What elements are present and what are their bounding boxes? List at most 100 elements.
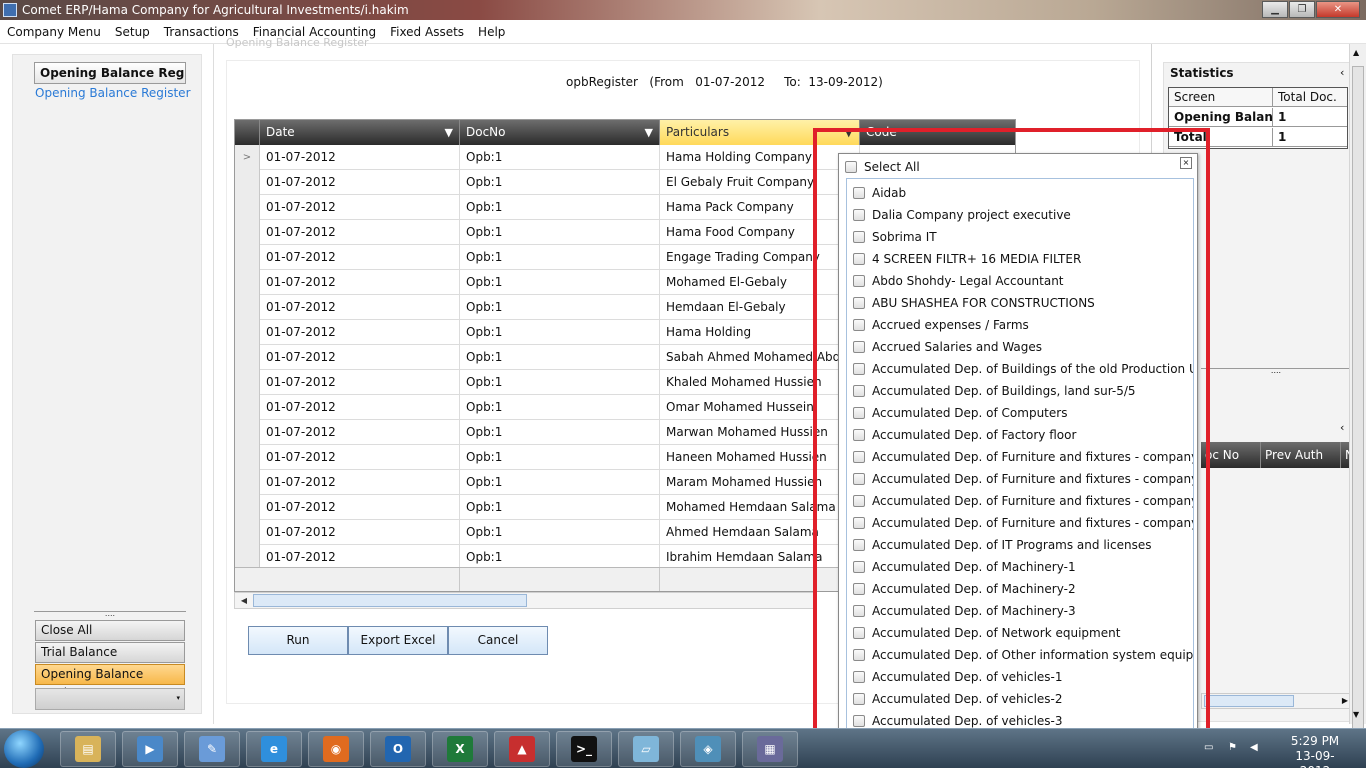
collapse-icon[interactable]: ‹: [1340, 66, 1344, 79]
cell-date[interactable]: 01-07-2012: [260, 170, 460, 195]
taskbar-app-notepad[interactable]: ▱: [618, 731, 674, 767]
filter-item[interactable]: Accrued expenses / Farms: [853, 314, 1029, 336]
taskbar-app-excel[interactable]: X: [432, 731, 488, 767]
network-icon[interactable]: ▭: [1204, 742, 1216, 754]
checkbox-icon[interactable]: [853, 341, 865, 353]
run-button[interactable]: Run: [248, 626, 348, 655]
checkbox-icon[interactable]: [853, 627, 865, 639]
filter-item[interactable]: Accumulated Dep. of IT Programs and lice…: [853, 534, 1151, 556]
cell-docno[interactable]: Opb:1: [460, 145, 660, 170]
flag-icon[interactable]: ⚑: [1228, 742, 1240, 754]
filter-item[interactable]: Accumulated Dep. of Factory floor: [853, 424, 1076, 446]
scrollbar-thumb[interactable]: [1204, 695, 1294, 707]
filter-item[interactable]: Accumulated Dep. of Other information sy…: [853, 644, 1193, 666]
filter-item[interactable]: Dalia Company project executive: [853, 204, 1071, 226]
cell-date[interactable]: 01-07-2012: [260, 395, 460, 420]
filter-item[interactable]: Accumulated Dep. of Furniture and fixtur…: [853, 468, 1193, 490]
cell-date[interactable]: 01-07-2012: [260, 245, 460, 270]
close-window-button[interactable]: ✕: [1316, 1, 1360, 18]
cell-particulars[interactable]: Marwan Mohamed Hussien: [660, 420, 860, 445]
cell-particulars[interactable]: Hama Holding Company: [660, 145, 860, 170]
collapse-icon[interactable]: ‹: [1340, 421, 1344, 434]
cell-particulars[interactable]: Mohamed Hemdaan Salama: [660, 495, 860, 520]
scroll-down-icon[interactable]: ▼: [1353, 710, 1359, 719]
row-selector[interactable]: [235, 295, 260, 320]
checkbox-icon[interactable]: [853, 429, 865, 441]
cell-date[interactable]: 01-07-2012: [260, 320, 460, 345]
checkbox-icon[interactable]: [853, 473, 865, 485]
filter-item[interactable]: Accumulated Dep. of Machinery-1: [853, 556, 1076, 578]
row-selector[interactable]: [235, 220, 260, 245]
row-selector[interactable]: >: [235, 145, 260, 170]
checkbox-icon[interactable]: [853, 495, 865, 507]
checkbox-icon[interactable]: [853, 539, 865, 551]
cell-date[interactable]: 01-07-2012: [260, 495, 460, 520]
filter-icon[interactable]: ▼: [845, 120, 853, 145]
checkbox-icon[interactable]: [853, 385, 865, 397]
close-all-button[interactable]: Close All: [35, 620, 185, 641]
cell-particulars[interactable]: Haneen Mohamed Hussien: [660, 445, 860, 470]
cell-docno[interactable]: Opb:1: [460, 445, 660, 470]
cell-docno[interactable]: Opb:1: [460, 495, 660, 520]
cell-docno[interactable]: Opb:1: [460, 345, 660, 370]
row-selector[interactable]: [235, 320, 260, 345]
cell-docno[interactable]: Opb:1: [460, 420, 660, 445]
checkbox-icon[interactable]: [853, 187, 865, 199]
taskbar-app-network[interactable]: ◈: [680, 731, 736, 767]
filter-item[interactable]: Accumulated Dep. of Computers: [853, 402, 1067, 424]
scroll-right-icon[interactable]: ▶: [1342, 694, 1348, 708]
checkbox-icon[interactable]: [853, 209, 865, 221]
filter-item[interactable]: Aidab: [853, 182, 906, 204]
window-select-combo[interactable]: ▾: [35, 688, 185, 710]
scroll-left-icon[interactable]: ◀: [237, 594, 251, 607]
taskbar-app-media[interactable]: ▶: [122, 731, 178, 767]
cell-docno[interactable]: Opb:1: [460, 295, 660, 320]
row-selector[interactable]: [235, 270, 260, 295]
cell-particulars[interactable]: Maram Mohamed Hussien: [660, 470, 860, 495]
cell-docno[interactable]: Opb:1: [460, 370, 660, 395]
cancel-button[interactable]: Cancel: [448, 626, 548, 655]
scroll-up-icon[interactable]: ▲: [1353, 48, 1359, 57]
filter-item[interactable]: Accumulated Dep. of vehicles-1: [853, 666, 1063, 688]
checkbox-icon[interactable]: [853, 715, 865, 727]
cell-docno[interactable]: Opb:1: [460, 520, 660, 545]
scrollbar-thumb[interactable]: [1352, 66, 1364, 741]
cell-date[interactable]: 01-07-2012: [260, 470, 460, 495]
menu-setup[interactable]: Setup: [115, 25, 150, 39]
cell-date[interactable]: 01-07-2012: [260, 520, 460, 545]
checkbox-icon[interactable]: [853, 517, 865, 529]
row-selector[interactable]: [235, 495, 260, 520]
filter-item[interactable]: Accumulated Dep. of vehicles-2: [853, 688, 1063, 710]
taskbar-app-explorer[interactable]: ▤: [60, 731, 116, 767]
close-icon[interactable]: ×: [1180, 157, 1192, 169]
filter-item[interactable]: Abdo Shohdy- Legal Accountant: [853, 270, 1064, 292]
checkbox-icon[interactable]: [853, 319, 865, 331]
cell-particulars[interactable]: Mohamed El-Gebaly: [660, 270, 860, 295]
row-selector[interactable]: [235, 395, 260, 420]
trial-balance-button[interactable]: Trial Balance: [35, 642, 185, 663]
row-selector[interactable]: [235, 170, 260, 195]
checkbox-icon[interactable]: [853, 693, 865, 705]
cell-docno[interactable]: Opb:1: [460, 220, 660, 245]
checkbox-icon[interactable]: [853, 583, 865, 595]
checkbox-icon[interactable]: [853, 649, 865, 661]
cell-docno[interactable]: Opb:1: [460, 270, 660, 295]
taskbar-app-cmd[interactable]: >_: [556, 731, 612, 767]
checkbox-icon[interactable]: [853, 253, 865, 265]
cell-particulars[interactable]: Sabah Ahmed Mohamed Abdul A: [660, 345, 860, 370]
export-excel-button[interactable]: Export Excel: [348, 626, 448, 655]
cell-particulars[interactable]: Engage Trading Company: [660, 245, 860, 270]
filter-item[interactable]: ABU SHASHEA FOR CONSTRUCTIONS: [853, 292, 1095, 314]
filter-item[interactable]: Sobrima IT: [853, 226, 937, 248]
nav-splitter[interactable]: ....: [34, 610, 186, 618]
checkbox-icon[interactable]: [853, 451, 865, 463]
taskbar-app-erp[interactable]: ▲: [494, 731, 550, 767]
cell-particulars[interactable]: Hama Pack Company: [660, 195, 860, 220]
filter-item[interactable]: Accumulated Dep. of Machinery-3: [853, 600, 1076, 622]
row-selector[interactable]: [235, 520, 260, 545]
clock[interactable]: 5:29 PM 13-09-2012: [1285, 734, 1345, 768]
scrollbar-thumb[interactable]: [253, 594, 527, 607]
cell-date[interactable]: 01-07-2012: [260, 220, 460, 245]
opening-balance-register-button[interactable]: Opening Balance Register: [35, 664, 185, 700]
secondary-horizontal-scrollbar[interactable]: ▶: [1201, 693, 1351, 709]
